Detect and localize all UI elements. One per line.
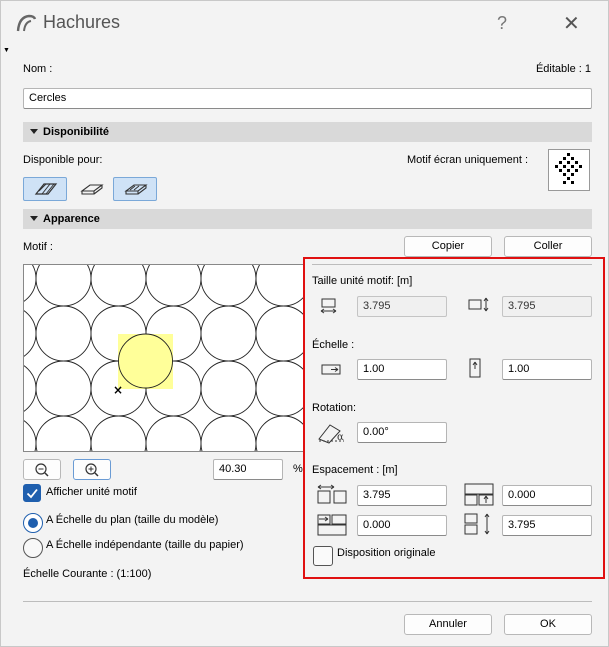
unit-width-icon xyxy=(320,298,337,314)
availability-header-label: Disponibilité xyxy=(43,126,109,138)
copy-button[interactable]: Copier xyxy=(404,236,492,257)
pattern-circle xyxy=(200,415,257,451)
show-unit-label: Afficher unité motif xyxy=(46,486,137,498)
availability-header[interactable]: Disponibilité xyxy=(23,122,592,142)
dot-pattern-icon xyxy=(555,153,582,184)
ok-button[interactable]: OK xyxy=(504,614,592,635)
panel-divider xyxy=(312,264,592,265)
unit-size-label: Taille unité motif: [m] xyxy=(312,275,413,287)
pattern-circle xyxy=(255,415,304,451)
scale-indep-radio[interactable] xyxy=(23,538,43,558)
original-layout-checkbox[interactable] xyxy=(313,546,333,566)
cut-fill-icon xyxy=(80,184,104,195)
original-layout-label: Disposition originale xyxy=(337,547,436,559)
show-unit-checkbox[interactable] xyxy=(23,484,41,502)
pattern-circle xyxy=(35,415,92,451)
pattern-circle xyxy=(24,265,37,302)
collapse-marker-icon: ▼ xyxy=(3,47,10,54)
spacing-3-input[interactable]: 0.000 xyxy=(357,515,447,536)
scale-x-input[interactable]: 1.00 xyxy=(357,359,447,380)
toggle-drafting-fill[interactable] xyxy=(23,177,67,201)
available-for-label: Disponible pour: xyxy=(23,154,103,166)
rotation-input[interactable]: 0.00° xyxy=(357,422,447,443)
cancel-button[interactable]: Annuler xyxy=(404,614,492,635)
pattern-circle xyxy=(24,420,37,451)
radio-dot-icon xyxy=(28,518,38,528)
circle-pattern-canvas: × xyxy=(24,265,304,451)
pattern-circle xyxy=(145,415,202,451)
spacing-offset-h-icon xyxy=(317,514,347,536)
appearance-header-label: Apparence xyxy=(43,213,100,225)
scale-x-icon xyxy=(321,364,341,375)
unit-circle xyxy=(118,333,173,389)
pattern-circle xyxy=(255,360,304,417)
pattern-circle xyxy=(90,265,147,307)
dialog-title: Hachures xyxy=(43,12,121,32)
pattern-circle xyxy=(24,365,37,412)
spacing-vertical-icon xyxy=(464,513,490,535)
pattern-circle xyxy=(35,360,92,417)
rotation-angle-icon: α xyxy=(318,424,344,444)
scale-y-input[interactable]: 1.00 xyxy=(502,359,592,380)
scale-plan-label: A Échelle du plan (taille du modèle) xyxy=(46,514,219,526)
footer-divider xyxy=(23,601,592,602)
toggle-cut-fill[interactable] xyxy=(69,177,113,201)
origin-cross-icon: × xyxy=(113,383,123,397)
current-scale-label: Échelle Courante : (1:100) xyxy=(23,568,152,580)
unit-height-input: 3.795 xyxy=(502,296,592,317)
rotation-label: Rotation: xyxy=(312,402,357,414)
checkmark-icon xyxy=(26,488,38,499)
paste-button[interactable]: Coller xyxy=(504,236,592,257)
hatch-dialog: Hachures ? ✕ ▼ Nom : Éditable : 1 Cercle… xyxy=(0,0,609,647)
pattern-circle xyxy=(35,305,92,362)
app-logo-icon xyxy=(16,14,37,32)
pattern-circle xyxy=(200,360,257,417)
pattern-circle xyxy=(200,265,257,307)
zoom-out-button[interactable] xyxy=(23,459,61,480)
zoom-unit: % xyxy=(293,463,303,475)
spacing-offset-v-icon xyxy=(464,483,494,506)
scale-plan-radio[interactable] xyxy=(23,513,43,533)
screen-pattern-preview[interactable] xyxy=(548,149,590,191)
motif-label: Motif : xyxy=(23,241,53,253)
pattern-preview[interactable]: × xyxy=(23,264,305,452)
drafting-fill-icon xyxy=(34,183,58,195)
scale-y-icon xyxy=(469,358,481,378)
collapse-triangle-icon xyxy=(30,216,38,221)
pattern-circle xyxy=(255,305,304,362)
spacing-1-input[interactable]: 3.795 xyxy=(357,485,447,506)
scale-indep-label: A Échelle indépendante (taille du papier… xyxy=(46,539,244,551)
pattern-circle xyxy=(90,415,147,451)
spacing-2-input[interactable]: 0.000 xyxy=(502,485,592,506)
zoom-in-icon xyxy=(85,463,99,477)
name-label: Nom : xyxy=(23,63,53,75)
pattern-circle xyxy=(24,310,37,357)
unit-width-input: 3.795 xyxy=(357,296,447,317)
pattern-circle xyxy=(200,305,257,362)
screen-only-label: Motif écran uniquement : xyxy=(407,154,529,166)
close-button[interactable]: ✕ xyxy=(563,11,580,36)
unit-height-icon xyxy=(468,297,489,312)
help-button[interactable]: ? xyxy=(497,13,507,34)
editable-label: Éditable : 1 xyxy=(535,63,591,75)
zoom-out-icon xyxy=(35,463,49,477)
pattern-circle xyxy=(255,265,304,307)
pattern-circle xyxy=(35,265,92,307)
svg-text:α: α xyxy=(337,432,344,443)
collapse-triangle-icon xyxy=(30,129,38,134)
zoom-input[interactable]: 40.30 xyxy=(213,459,283,480)
cover-fill-icon xyxy=(124,184,148,195)
title-bar: Hachures ? ✕ xyxy=(1,1,608,45)
pattern-circle xyxy=(145,265,202,307)
name-input[interactable]: Cercles xyxy=(23,88,592,109)
toggle-cover-fill[interactable] xyxy=(113,177,157,201)
scale-label: Échelle : xyxy=(312,339,355,351)
spacing-label: Espacement : [m] xyxy=(312,464,398,476)
spacing-horizontal-icon xyxy=(317,484,347,504)
appearance-header[interactable]: Apparence xyxy=(23,209,592,229)
zoom-in-button[interactable] xyxy=(73,459,111,480)
spacing-4-input[interactable]: 3.795 xyxy=(502,515,592,536)
